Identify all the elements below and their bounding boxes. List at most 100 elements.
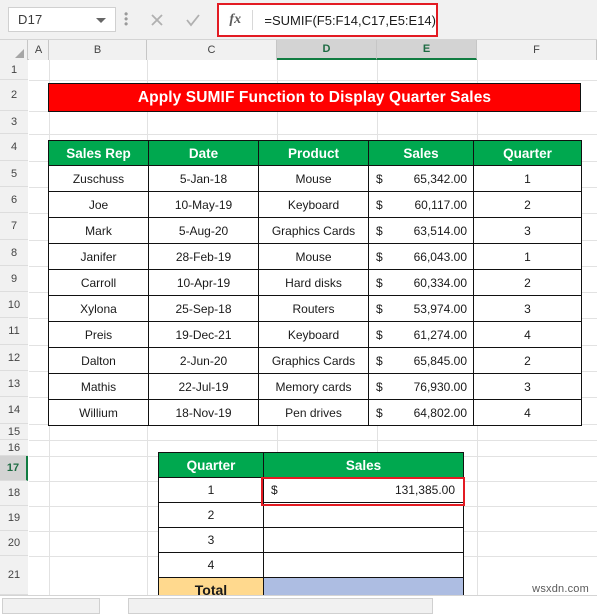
column-header-a[interactable]: A: [29, 40, 49, 60]
table-row[interactable]: Mark 5-Aug-20 Graphics Cards $63,514.00 3: [48, 217, 582, 244]
cell-date[interactable]: 25-Sep-18: [148, 295, 259, 322]
row-header-11[interactable]: 11: [0, 318, 28, 345]
column-header-product[interactable]: Product: [258, 140, 369, 166]
row-header-8[interactable]: 8: [0, 240, 28, 266]
cell-product[interactable]: Routers: [258, 295, 369, 322]
cell-product[interactable]: Mouse: [258, 243, 369, 270]
name-box[interactable]: D17: [8, 7, 116, 32]
column-header-sales[interactable]: Sales: [368, 140, 474, 166]
cell-sales[interactable]: $76,930.00: [368, 373, 474, 400]
cell-product[interactable]: Graphics Cards: [258, 347, 369, 374]
row-header-17[interactable]: 17: [0, 456, 28, 481]
table-row[interactable]: Carroll 10-Apr-19 Hard disks $60,334.00 2: [48, 269, 582, 296]
column-header-quarter[interactable]: Quarter: [473, 140, 582, 166]
cell-sales-rep[interactable]: Xylona: [48, 295, 149, 322]
row-header-15[interactable]: 15: [0, 424, 28, 440]
cell-quarter[interactable]: 2: [473, 347, 582, 374]
row-header-2[interactable]: 2: [0, 80, 28, 111]
cell-sales-rep[interactable]: Dalton: [48, 347, 149, 374]
cell-sales-rep[interactable]: Janifer: [48, 243, 149, 270]
cell-quarter[interactable]: 3: [473, 373, 582, 400]
cell-quarter[interactable]: 4: [473, 321, 582, 348]
summary-cell-quarter[interactable]: 1: [158, 477, 264, 503]
cell-product[interactable]: Mouse: [258, 165, 369, 192]
select-all-button[interactable]: [0, 40, 28, 60]
column-header-sales-rep[interactable]: Sales Rep: [48, 140, 149, 166]
cell-product[interactable]: Hard disks: [258, 269, 369, 296]
row-header-14[interactable]: 14: [0, 397, 28, 424]
cell-sales-rep[interactable]: Willium: [48, 399, 149, 426]
more-options-icon[interactable]: • • •: [124, 8, 128, 30]
cell-quarter[interactable]: 3: [473, 217, 582, 244]
formula-input[interactable]: =SUMIF(F5:F14,C17,E5:E14): [254, 13, 436, 28]
cell-sales[interactable]: $61,274.00: [368, 321, 474, 348]
cell-date[interactable]: 5-Aug-20: [148, 217, 259, 244]
summary-row[interactable]: 3: [158, 527, 464, 553]
cell-date[interactable]: 22-Jul-19: [148, 373, 259, 400]
cell-sales-rep[interactable]: Mathis: [48, 373, 149, 400]
table-row[interactable]: Willium 18-Nov-19 Pen drives $64,802.00 4: [48, 399, 582, 426]
summary-column-header-quarter[interactable]: Quarter: [158, 452, 264, 478]
cell-sales[interactable]: $64,802.00: [368, 399, 474, 426]
cell-product[interactable]: Keyboard: [258, 191, 369, 218]
summary-cell-sales[interactable]: [263, 527, 464, 553]
row-header-3[interactable]: 3: [0, 111, 28, 134]
cell-quarter[interactable]: 4: [473, 399, 582, 426]
cell-sales[interactable]: $66,043.00: [368, 243, 474, 270]
cell-date[interactable]: 28-Feb-19: [148, 243, 259, 270]
row-header-18[interactable]: 18: [0, 481, 28, 506]
cell-sales[interactable]: $60,117.00: [368, 191, 474, 218]
column-header-c[interactable]: C: [147, 40, 277, 60]
check-icon[interactable]: [182, 9, 204, 31]
row-header-10[interactable]: 10: [0, 292, 28, 318]
table-row[interactable]: Joe 10-May-19 Keyboard $60,117.00 2: [48, 191, 582, 218]
cell-quarter[interactable]: 2: [473, 269, 582, 296]
close-icon[interactable]: [146, 9, 168, 31]
summary-cell-sales[interactable]: [263, 502, 464, 528]
cell-date[interactable]: 2-Jun-20: [148, 347, 259, 374]
chevron-down-icon[interactable]: [96, 18, 106, 23]
summary-row[interactable]: 4: [158, 552, 464, 578]
row-header-21[interactable]: 21: [0, 556, 28, 595]
row-header-19[interactable]: 19: [0, 506, 28, 531]
row-header-16[interactable]: 16: [0, 440, 28, 456]
cell-sales-rep[interactable]: Mark: [48, 217, 149, 244]
function-wizard-icon[interactable]: fx: [219, 12, 252, 28]
summary-cell-quarter[interactable]: 2: [158, 502, 264, 528]
cell-date[interactable]: 10-Apr-19: [148, 269, 259, 296]
cell-sales[interactable]: $65,342.00: [368, 165, 474, 192]
sheet-nav-stub[interactable]: [2, 598, 100, 614]
table-row[interactable]: Dalton 2-Jun-20 Graphics Cards $65,845.00 2: [48, 347, 582, 374]
cell-sales[interactable]: $60,334.00: [368, 269, 474, 296]
row-header-13[interactable]: 13: [0, 371, 28, 397]
cell-product[interactable]: Keyboard: [258, 321, 369, 348]
cell-date[interactable]: 5-Jan-18: [148, 165, 259, 192]
summary-cell-quarter[interactable]: 4: [158, 552, 264, 578]
row-header-5[interactable]: 5: [0, 161, 28, 187]
cell-sales[interactable]: $65,845.00: [368, 347, 474, 374]
cell-date[interactable]: 10-May-19: [148, 191, 259, 218]
table-row[interactable]: Mathis 22-Jul-19 Memory cards $76,930.00 3: [48, 373, 582, 400]
row-header-4[interactable]: 4: [0, 134, 28, 161]
cell-sales-rep[interactable]: Preis: [48, 321, 149, 348]
table-row[interactable]: Preis 19-Dec-21 Keyboard $61,274.00 4: [48, 321, 582, 348]
cell-product[interactable]: Memory cards: [258, 373, 369, 400]
column-header-b[interactable]: B: [49, 40, 147, 60]
summary-column-header-sales[interactable]: Sales: [263, 452, 464, 478]
cell-sales[interactable]: $53,974.00: [368, 295, 474, 322]
cell-sales[interactable]: $63,514.00: [368, 217, 474, 244]
cell-date[interactable]: 19-Dec-21: [148, 321, 259, 348]
row-header-6[interactable]: 6: [0, 187, 28, 213]
cell-quarter[interactable]: 2: [473, 191, 582, 218]
column-header-f[interactable]: F: [477, 40, 597, 60]
column-header-date[interactable]: Date: [148, 140, 259, 166]
row-header-12[interactable]: 12: [0, 345, 28, 371]
cell-sales-rep[interactable]: Zuschuss: [48, 165, 149, 192]
column-header-e[interactable]: E: [377, 40, 477, 60]
cell-quarter[interactable]: 1: [473, 243, 582, 270]
summary-row[interactable]: 2: [158, 502, 464, 528]
row-header-9[interactable]: 9: [0, 266, 28, 292]
row-header-7[interactable]: 7: [0, 213, 28, 240]
summary-row[interactable]: 1 $131,385.00: [158, 477, 464, 503]
table-row[interactable]: Janifer 28-Feb-19 Mouse $66,043.00 1: [48, 243, 582, 270]
